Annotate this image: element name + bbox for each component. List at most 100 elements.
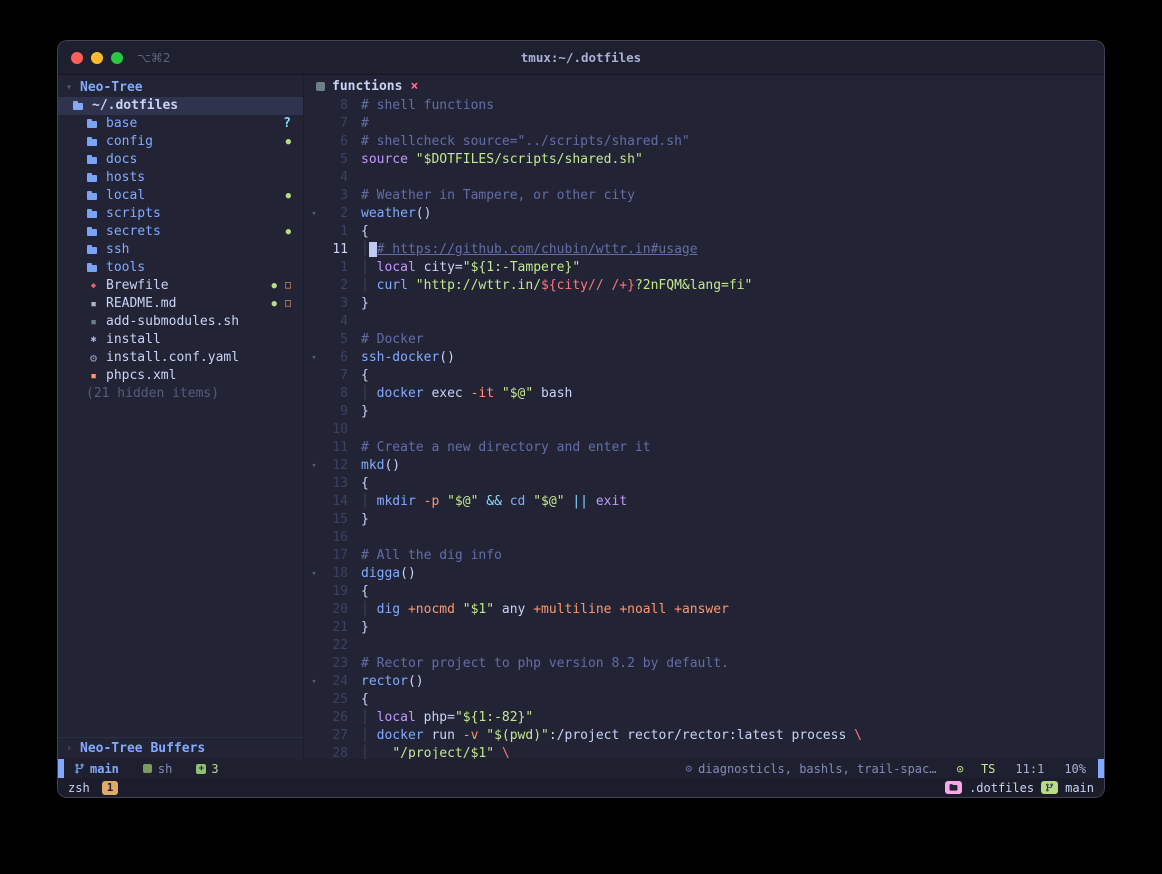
code-line[interactable]: 6# shellcheck source="../scripts/shared.… — [306, 133, 1104, 151]
close-icon[interactable]: × — [410, 79, 418, 94]
code-area[interactable]: 8 # shell functions 7# 6# shellcheck sour… — [304, 97, 1104, 759]
code-text: } — [361, 403, 369, 421]
code-line[interactable]: 13{ — [306, 475, 1104, 493]
line-number: 20 — [322, 601, 348, 619]
fold-chevron-icon[interactable]: ▾ — [306, 565, 322, 583]
code-line[interactable]: 16 — [306, 529, 1104, 547]
code-line[interactable]: 10 — [306, 421, 1104, 439]
code-line[interactable]: ▾2weather() — [306, 205, 1104, 223]
code-line[interactable]: 4 — [306, 169, 1104, 187]
line-number: 26 — [322, 709, 348, 727]
line-number: 9 — [322, 403, 348, 421]
close-window-button[interactable] — [71, 52, 83, 64]
fold-chevron-icon[interactable]: ▾ — [306, 457, 322, 475]
code-line[interactable]: 28│ "/project/$1" \ — [306, 745, 1104, 759]
code-line[interactable]: 26│ local php="${1:-82}" — [306, 709, 1104, 727]
code-line[interactable]: 11│ # https://github.com/chubin/wttr.in#… — [306, 241, 1104, 259]
token: │ — [361, 494, 377, 509]
line-number: 5 — [322, 331, 348, 349]
tree-item-tools[interactable]: tools — [58, 259, 303, 277]
tree-item-docs[interactable]: docs — [58, 151, 303, 169]
code-text: } — [361, 295, 369, 313]
code-line[interactable]: 15} — [306, 511, 1104, 529]
fold-chevron-icon[interactable]: ▾ — [306, 349, 322, 367]
tree-item-add-submodules.sh[interactable]: ▪add-submodules.sh — [58, 313, 303, 331]
code-line[interactable]: 20│ dig +nocmd "$1" any +multiline +noal… — [306, 601, 1104, 619]
token: local — [377, 710, 416, 725]
code-text: source "$DOTFILES/scripts/shared.sh" — [361, 151, 643, 169]
tmux-window-badge[interactable]: 1 — [102, 781, 119, 795]
line-number: 8 — [322, 97, 348, 115]
code-line[interactable]: ▾18digga() — [306, 565, 1104, 583]
git-status-badge: □ — [285, 295, 291, 313]
token: # shell functions — [361, 98, 494, 113]
editor-panel: functions × 8 # shell functions 7# 6# she… — [304, 75, 1104, 759]
neotree-header[interactable]: ▾ Neo-Tree — [58, 79, 303, 97]
fold-chevron-icon[interactable]: ▾ — [306, 205, 322, 223]
code-line[interactable]: 7{ — [306, 367, 1104, 385]
code-line[interactable]: 3} — [306, 295, 1104, 313]
token: +noall — [619, 602, 666, 617]
code-line[interactable]: 14│ mkdir -p "$@" && cd "$@" || exit — [306, 493, 1104, 511]
code-line[interactable]: 11# Create a new directory and enter it — [306, 439, 1104, 457]
code-line[interactable]: 27│ docker run -v "$(pwd)":/project rect… — [306, 727, 1104, 745]
code-line[interactable]: 5source "$DOTFILES/scripts/shared.sh" — [306, 151, 1104, 169]
code-line[interactable]: 8│ docker exec -it "$@" bash — [306, 385, 1104, 403]
code-text: # shellcheck source="../scripts/shared.s… — [361, 133, 690, 151]
code-line[interactable]: ▾24rector() — [306, 673, 1104, 691]
tree-item-secrets[interactable]: secrets● — [58, 223, 303, 241]
code-line[interactable]: 25{ — [306, 691, 1104, 709]
tree-item-base[interactable]: base? — [58, 115, 303, 133]
code-line[interactable]: 4 — [306, 313, 1104, 331]
tree-item-scripts[interactable]: scripts — [58, 205, 303, 223]
tree-item-hosts[interactable]: hosts — [58, 169, 303, 187]
tree-item-label: phpcs.xml — [106, 367, 176, 385]
tree-item-install[interactable]: ✱install — [58, 331, 303, 349]
treesitter-status: ⊙ TS — [956, 762, 995, 776]
code-line[interactable]: ▾6ssh-docker() — [306, 349, 1104, 367]
token: +answer — [674, 602, 729, 617]
code-line[interactable]: 3# Weather in Tampere, or other city — [306, 187, 1104, 205]
tab-functions[interactable]: functions × — [316, 79, 418, 94]
tree-item-label: base — [106, 115, 137, 133]
fold-chevron-icon[interactable]: ▾ — [306, 673, 322, 691]
git-modified-badge: ● — [286, 223, 291, 241]
hidden-items-label: (21 hidden items) — [86, 385, 219, 403]
token: { — [361, 692, 369, 707]
token: { — [361, 224, 369, 239]
code-line[interactable]: 21} — [306, 619, 1104, 637]
tree-item-phpcs.xml[interactable]: ▪phpcs.xml — [58, 367, 303, 385]
tree-item-ssh[interactable]: ssh — [58, 241, 303, 259]
tree-item-label: config — [106, 133, 153, 151]
tree-item-local[interactable]: local● — [58, 187, 303, 205]
code-line[interactable]: 19{ — [306, 583, 1104, 601]
neotree-buffers-section[interactable]: › Neo-Tree Buffers — [58, 738, 303, 759]
line-number: 1 — [322, 259, 348, 277]
zoom-window-button[interactable] — [111, 52, 123, 64]
code-line[interactable]: 17# All the dig info — [306, 547, 1104, 565]
minimize-window-button[interactable] — [91, 52, 103, 64]
token: ${city// /+} — [541, 278, 635, 293]
tree-item-README.md[interactable]: ▪README.md●□ — [58, 295, 303, 313]
code-line[interactable]: 5# Docker — [306, 331, 1104, 349]
code-line[interactable]: 9} — [306, 403, 1104, 421]
code-line[interactable]: 23# Rector project to php version 8.2 by… — [306, 655, 1104, 673]
tree-item-install.conf.yaml[interactable]: ⚙install.conf.yaml — [58, 349, 303, 367]
code-line[interactable]: 1│ local city="${1:-Tampere}" — [306, 259, 1104, 277]
buffers-title: Neo-Tree Buffers — [80, 741, 205, 756]
code-line[interactable]: 2│ curl "http://wttr.in/${city// /+}?2nF… — [306, 277, 1104, 295]
tree-item-Brewfile[interactable]: ◆Brewfile●□ — [58, 277, 303, 295]
token: source — [361, 152, 408, 167]
tree-root-item[interactable]: ~/.dotfiles — [58, 97, 303, 115]
code-line[interactable]: ▾12mkd() — [306, 457, 1104, 475]
ruby-icon: ◆ — [86, 280, 101, 292]
code-line[interactable]: 8 # shell functions — [306, 97, 1104, 115]
git-branch[interactable]: main — [74, 762, 119, 776]
code-line[interactable]: 22 — [306, 637, 1104, 655]
traffic-lights — [71, 52, 123, 64]
tree-item-config[interactable]: config● — [58, 133, 303, 151]
code-line[interactable]: 7# — [306, 115, 1104, 133]
fold-column — [306, 151, 322, 169]
token: │ — [361, 728, 377, 743]
code-line[interactable]: 1{ — [306, 223, 1104, 241]
